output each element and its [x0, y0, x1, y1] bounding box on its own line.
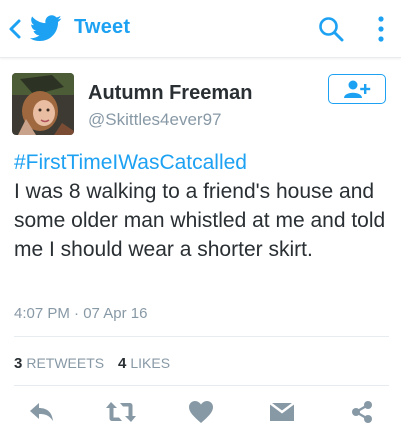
tweet-actions — [0, 392, 401, 432]
more-options-icon[interactable] — [372, 14, 390, 44]
author-handle[interactable]: @Skittles4ever97 — [88, 110, 222, 130]
top-bar: Tweet — [0, 0, 401, 58]
page-title: Tweet — [74, 16, 131, 38]
twitter-bird-icon — [30, 15, 62, 42]
tweet-body: I was 8 walking to a friend's house and … — [14, 180, 386, 261]
avatar[interactable] — [12, 73, 74, 135]
divider — [14, 336, 389, 337]
tweet-text: #FirstTimeIWasCatcalled I was 8 walking … — [14, 148, 389, 264]
back-arrow-icon[interactable] — [6, 18, 24, 40]
share-icon[interactable] — [350, 400, 374, 424]
like-heart-icon[interactable] — [188, 400, 214, 424]
add-user-icon — [344, 80, 371, 98]
like-stat[interactable]: 4 LIKES — [118, 355, 170, 372]
author-name[interactable]: Autumn Freeman — [88, 82, 252, 105]
divider — [14, 385, 389, 386]
engagement-stats: 3 RETWEETS 4 LIKES — [14, 355, 170, 372]
retweet-icon[interactable] — [105, 400, 137, 424]
tweet-timestamp: 4:07 PM · 07 Apr 16 — [14, 305, 148, 322]
hashtag-link[interactable]: #FirstTimeIWasCatcalled — [14, 151, 247, 174]
reply-icon[interactable] — [27, 400, 55, 424]
retweet-stat[interactable]: 3 RETWEETS — [14, 355, 104, 372]
direct-message-icon[interactable] — [268, 400, 296, 424]
search-icon[interactable] — [318, 16, 344, 42]
follow-button[interactable] — [328, 74, 386, 104]
